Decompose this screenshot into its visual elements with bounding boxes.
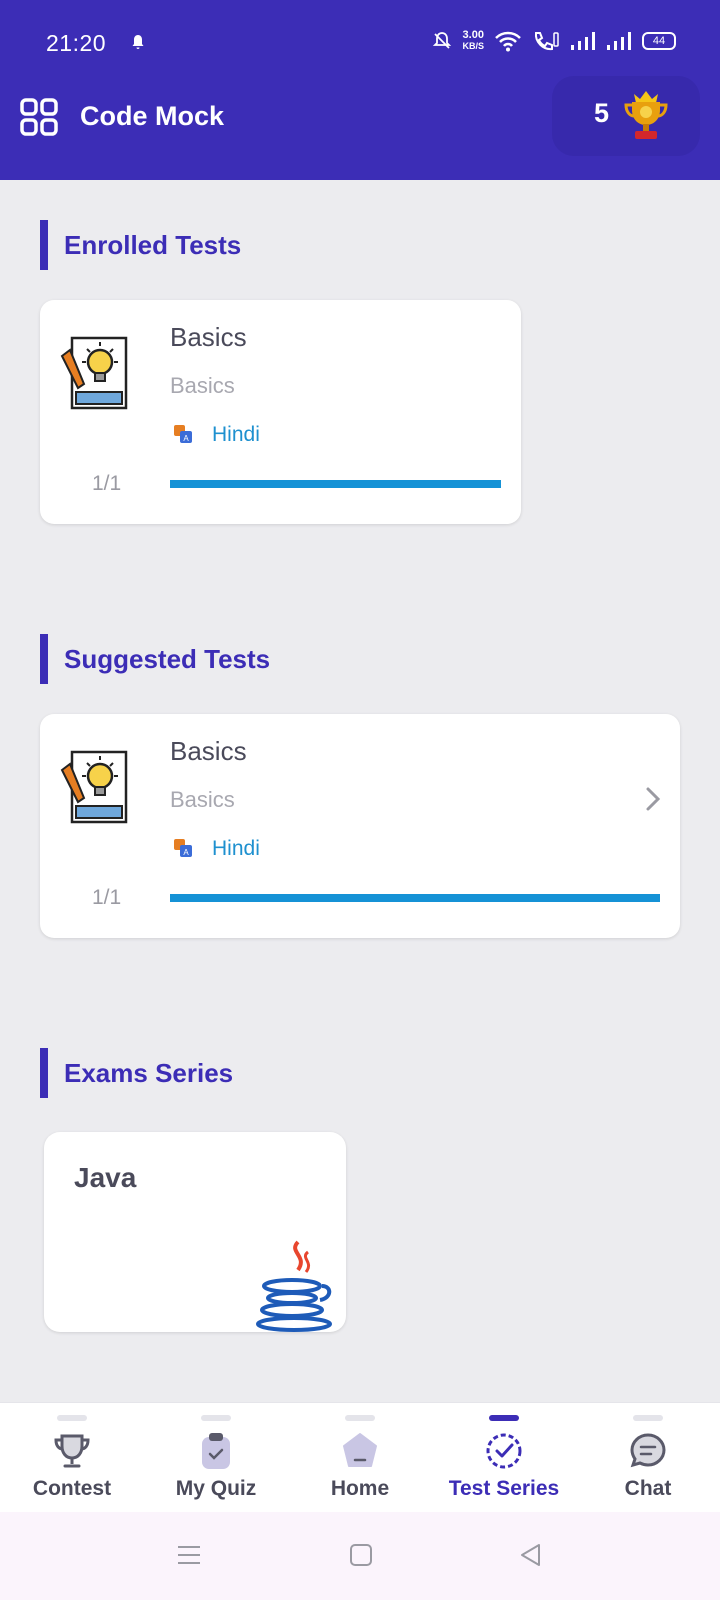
- enrolled-tests-heading: Enrolled Tests: [40, 220, 241, 270]
- suggested-tests-heading: Suggested Tests: [40, 634, 270, 684]
- nav-indicator: [201, 1415, 231, 1421]
- enrolled-test-card[interactable]: Basics Basics A Hindi 1/1: [40, 300, 521, 524]
- home-square-icon[interactable]: [348, 1542, 374, 1568]
- signal-icon-2: [607, 32, 631, 50]
- clipboard-check-icon: [196, 1431, 236, 1471]
- translate-icon: A: [174, 839, 192, 857]
- network-speed: 3.00 KB/S: [462, 30, 484, 52]
- java-logo-icon: [256, 1240, 332, 1332]
- test-name: Basics: [170, 736, 247, 766]
- nav-indicator-active: [489, 1415, 519, 1421]
- signal-icon: [571, 32, 595, 50]
- gold-trophy-icon: [624, 91, 668, 139]
- test-language: Hindi: [212, 423, 260, 446]
- speed-value: 3.00: [462, 29, 484, 41]
- nav-label: My Quiz: [175, 1477, 257, 1500]
- idea-bulb-icon: [60, 336, 128, 410]
- progress-label: 1/1: [92, 886, 122, 909]
- progress-fill: [170, 480, 501, 488]
- nav-indicator: [57, 1415, 87, 1421]
- status-time: 21:20: [46, 30, 107, 56]
- trophy-score-button[interactable]: 5: [552, 76, 700, 156]
- test-subtitle: Basics: [170, 787, 235, 812]
- recents-menu-icon[interactable]: [176, 1542, 202, 1568]
- progress-bar: [170, 894, 660, 902]
- trophy-icon: [52, 1431, 92, 1471]
- progress-label: 1/1: [92, 472, 122, 495]
- test-subtitle: Basics: [170, 373, 235, 398]
- trophy-count: 5: [594, 98, 610, 128]
- speed-unit: KB/S: [462, 41, 484, 51]
- battery-level: 44: [652, 35, 666, 47]
- chevron-right-icon[interactable]: [644, 786, 662, 812]
- progress-bar: [170, 480, 501, 488]
- nav-label: Contest: [32, 1477, 112, 1500]
- test-language: Hindi: [212, 837, 260, 860]
- series-name: Java: [74, 1162, 137, 1193]
- nav-chat[interactable]: Chat: [576, 1403, 720, 1512]
- nav-label: Home: [330, 1477, 390, 1500]
- svg-text:A: A: [183, 434, 189, 443]
- system-navigation-bar: [0, 1512, 720, 1600]
- status-icons: 3.00 KB/S 44: [432, 30, 676, 52]
- exam-series-card-java[interactable]: Java: [44, 1132, 346, 1332]
- wifi-icon: [495, 31, 521, 52]
- chat-bubble-icon: [628, 1431, 668, 1471]
- nav-contest[interactable]: Contest: [0, 1403, 144, 1512]
- notification-bell-icon: [130, 34, 146, 55]
- home-pentagon-icon: [340, 1431, 380, 1471]
- nav-test-series[interactable]: Test Series: [432, 1403, 576, 1512]
- exams-series-heading: Exams Series: [40, 1048, 233, 1098]
- nav-label: Test Series: [448, 1477, 560, 1500]
- badge-check-icon: [484, 1431, 524, 1471]
- svg-text:A: A: [183, 848, 189, 857]
- nav-indicator: [345, 1415, 375, 1421]
- progress-fill: [170, 894, 660, 902]
- suggested-test-card[interactable]: Basics Basics A Hindi 1/1: [40, 714, 680, 938]
- bottom-navigation: Contest My Quiz Home Test Series Chat: [0, 1402, 720, 1512]
- nav-indicator: [633, 1415, 663, 1421]
- app-title: Code Mock: [80, 101, 225, 131]
- mute-icon: [433, 32, 452, 49]
- back-triangle-icon[interactable]: [518, 1542, 544, 1568]
- call-icon: [534, 32, 559, 51]
- app-header: 21:20 3.00 KB/S 44 Code Mock 5: [0, 0, 720, 180]
- battery-icon: 44: [642, 32, 676, 50]
- nav-my-quiz[interactable]: My Quiz: [144, 1403, 288, 1512]
- test-name: Basics: [170, 322, 247, 352]
- translate-icon: A: [174, 425, 192, 443]
- menu-grid-icon[interactable]: [20, 98, 60, 143]
- nav-home[interactable]: Home: [288, 1403, 432, 1512]
- nav-label: Chat: [624, 1477, 672, 1500]
- idea-bulb-icon: [60, 750, 128, 824]
